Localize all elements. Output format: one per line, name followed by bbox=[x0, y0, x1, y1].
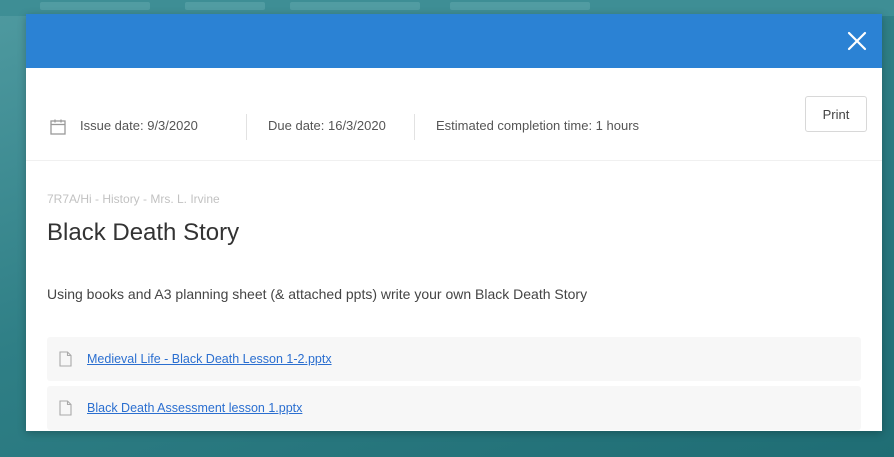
divider bbox=[246, 114, 247, 140]
file-icon bbox=[59, 400, 72, 416]
assignment-info-bar: Issue date: 9/3/2020 Due date: 16/3/2020… bbox=[26, 68, 882, 161]
assignment-modal: Issue date: 9/3/2020 Due date: 16/3/2020… bbox=[26, 14, 882, 431]
issue-date: Issue date: 9/3/2020 bbox=[80, 118, 198, 133]
page-title: Black Death Story bbox=[47, 219, 240, 246]
attachment-link[interactable]: Medieval Life - Black Death Lesson 1-2.p… bbox=[87, 352, 332, 366]
close-button[interactable] bbox=[844, 28, 870, 54]
estimated-completion-time: Estimated completion time: 1 hours bbox=[436, 118, 640, 133]
attachment-item[interactable]: Black Death Assessment lesson 1.pptx bbox=[47, 386, 861, 430]
breadcrumb: 7R7A/Hi - History - Mrs. L. Irvine bbox=[47, 192, 220, 206]
due-date: Due date: 16/3/2020 bbox=[268, 118, 386, 133]
attachment-link[interactable]: Black Death Assessment lesson 1.pptx bbox=[87, 401, 302, 415]
file-icon bbox=[59, 351, 72, 367]
close-icon bbox=[847, 31, 867, 51]
print-button[interactable]: Print bbox=[805, 96, 867, 132]
calendar-icon bbox=[50, 119, 66, 135]
modal-header bbox=[26, 14, 882, 68]
attachment-item[interactable]: Medieval Life - Black Death Lesson 1-2.p… bbox=[47, 337, 861, 381]
assignment-description: Using books and A3 planning sheet (& att… bbox=[47, 286, 588, 302]
divider bbox=[414, 114, 415, 140]
